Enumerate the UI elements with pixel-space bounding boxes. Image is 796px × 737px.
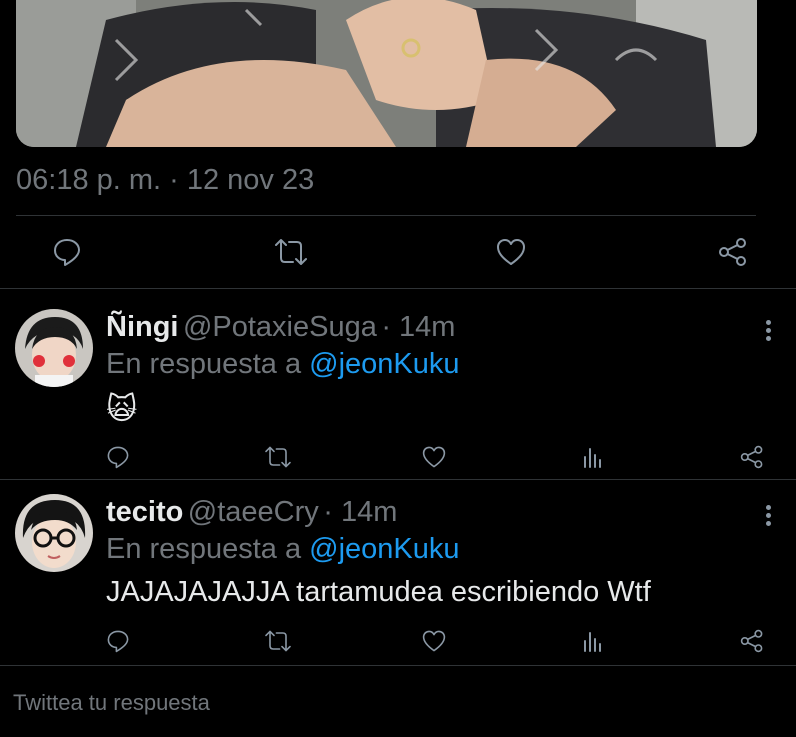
reply-time: · 14m <box>381 311 456 343</box>
divider <box>16 215 756 216</box>
like-icon[interactable] <box>422 445 446 469</box>
more-options-icon[interactable] <box>764 320 772 344</box>
reply-author-handle[interactable]: @PotaxieSuga <box>183 311 377 343</box>
reply-to-mention[interactable]: @jeonKuku <box>309 348 459 380</box>
reply-compose-input[interactable]: Twittea tu respuesta <box>13 690 210 716</box>
analytics-icon[interactable] <box>582 629 604 653</box>
avatar[interactable] <box>15 494 93 572</box>
reply-author-name[interactable]: Ñingi <box>106 311 179 343</box>
reply-to-mention[interactable]: @jeonKuku <box>309 533 459 565</box>
avatar[interactable] <box>15 309 93 387</box>
divider <box>0 665 796 666</box>
tweet-media-image[interactable] <box>16 0 757 147</box>
reply-to-label: En respuesta a <box>106 533 302 565</box>
retweet-icon[interactable] <box>274 237 308 267</box>
reply-author-name[interactable]: tecito <box>106 496 183 528</box>
analytics-icon[interactable] <box>582 445 604 469</box>
reply-tweet[interactable]: Ñingi @PotaxieSuga · 14m En respuesta a … <box>0 289 796 479</box>
share-icon[interactable] <box>740 629 764 653</box>
retweet-icon[interactable] <box>264 445 292 469</box>
more-options-icon[interactable] <box>764 505 772 529</box>
retweet-icon[interactable] <box>264 629 292 653</box>
like-icon[interactable] <box>496 237 526 267</box>
reply-icon[interactable] <box>106 629 130 653</box>
tweet-timestamp: 06:18 p. m. · 12 nov 23 <box>16 164 315 196</box>
reply-icon[interactable] <box>106 445 130 469</box>
reply-to-label: En respuesta a <box>106 348 302 380</box>
like-icon[interactable] <box>422 629 446 653</box>
share-icon[interactable] <box>718 237 748 267</box>
reply-tweet[interactable]: tecito @taeeCry · 14m En respuesta a @je… <box>0 480 796 665</box>
share-icon[interactable] <box>740 445 764 469</box>
reply-icon[interactable] <box>52 237 82 267</box>
reply-text: 🙀 <box>106 393 138 426</box>
reply-text: JAJAJAJAJJA tartamudea escribiendo Wtf <box>106 576 651 608</box>
reply-author-handle[interactable]: @taeeCry <box>188 496 319 528</box>
reply-time: · 14m <box>323 496 398 528</box>
